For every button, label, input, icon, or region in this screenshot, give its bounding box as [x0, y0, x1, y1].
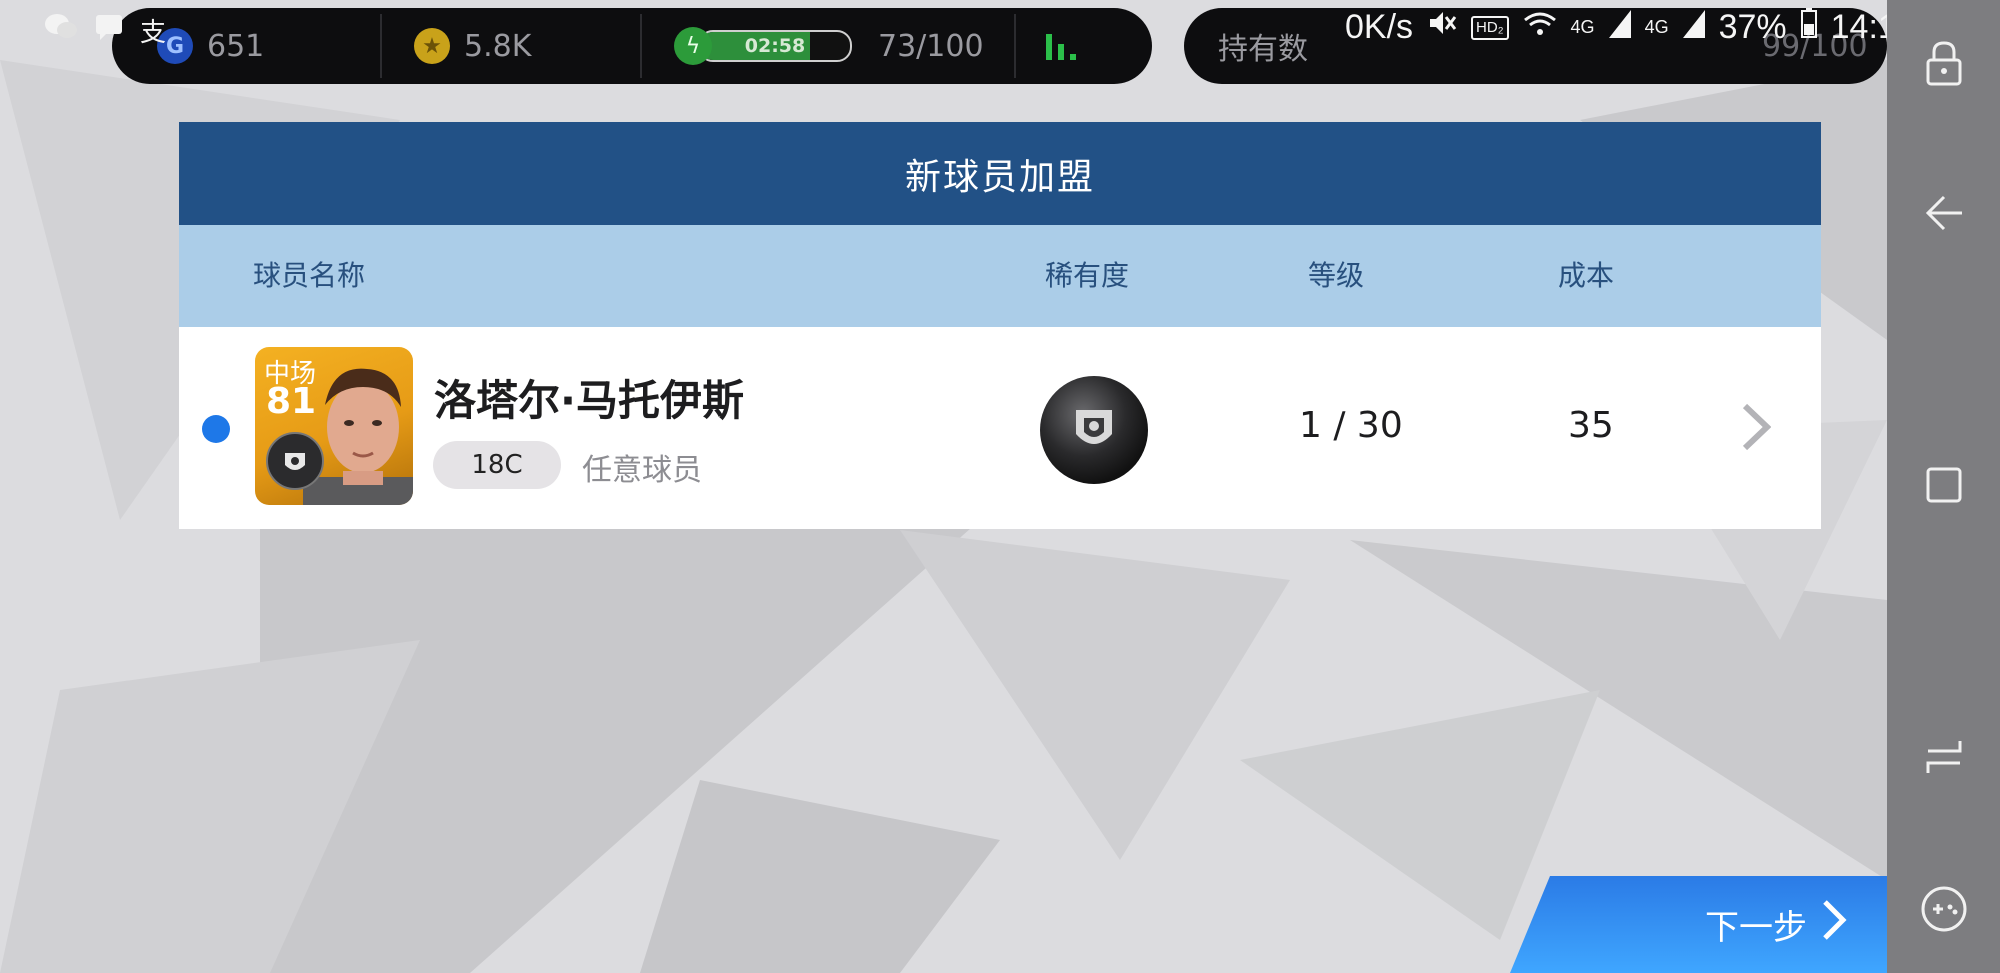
- player-level: 1 / 30: [1299, 405, 1403, 446]
- navigation-rail: [1887, 0, 2000, 973]
- chevron-right-icon[interactable]: [1741, 402, 1771, 452]
- divider: [380, 14, 382, 78]
- player-rating: 81: [266, 381, 317, 422]
- next-step-label: 下一步: [1705, 908, 1807, 948]
- chevron-right-icon: [1821, 899, 1847, 950]
- switch-icon[interactable]: [1887, 712, 2000, 802]
- notification-icons: 支: [44, 12, 166, 49]
- gold-value: 5.8K: [464, 28, 532, 64]
- panel-title: 新球员加盟: [179, 122, 1821, 225]
- divider: [640, 14, 642, 78]
- column-cost: 成本: [1558, 259, 1615, 292]
- rarity-black-ball-icon: [1040, 376, 1148, 484]
- system-status: 0K/s HD₂ 4G 4G 37% 14:16: [1345, 8, 1916, 47]
- gp-counter[interactable]: G 651: [157, 8, 264, 84]
- mute-icon: [1427, 8, 1457, 47]
- player-name: 洛塔尔·马托伊斯: [434, 376, 744, 425]
- stamina-count: 73/100: [878, 28, 984, 64]
- stamina-meter[interactable]: ϟ 02:58: [674, 8, 852, 84]
- player-cost: 35: [1568, 405, 1614, 446]
- player-subtitle: 任意球员: [582, 453, 702, 488]
- lightning-icon: ϟ: [674, 27, 712, 65]
- alipay-icon: 支: [140, 18, 167, 48]
- message-icon: [94, 12, 124, 49]
- gp-value: 651: [207, 28, 265, 64]
- owned-label: 持有数: [1218, 32, 1308, 67]
- black-ball-icon: [266, 432, 324, 490]
- wechat-icon: [44, 12, 78, 49]
- resource-bar: G 651 ★ 5.8K ϟ 02:58 73/100: [112, 8, 1152, 84]
- signal-icon: [1682, 8, 1705, 47]
- battery-icon: [1800, 8, 1817, 47]
- network-speed: 0K/s: [1345, 8, 1414, 46]
- next-step-button[interactable]: 下一步: [1510, 876, 1887, 973]
- stamina-bar: 02:58: [698, 30, 852, 62]
- signal-icon: [1608, 8, 1631, 47]
- player-card[interactable]: 中场 81: [255, 347, 413, 505]
- star-coin-icon: ★: [414, 28, 450, 64]
- column-level: 等级: [1308, 259, 1365, 292]
- hd-voice-icon: HD₂: [1471, 15, 1509, 40]
- wifi-icon: [1523, 8, 1557, 47]
- stamina-timer: 02:58: [744, 35, 806, 57]
- gold-counter[interactable]: ★ 5.8K: [414, 8, 531, 84]
- column-rarity: 稀有度: [1045, 259, 1130, 292]
- new-player-panel: 新球员加盟 球员名称 稀有度 等级 成本 中场 81 洛塔尔·马托伊斯 18C …: [179, 122, 1821, 529]
- stats-icon[interactable]: [1044, 8, 1080, 84]
- recent-apps-icon[interactable]: [1887, 440, 2000, 530]
- lock-icon[interactable]: [1887, 18, 2000, 108]
- selection-dot: [202, 415, 230, 443]
- player-tag: 18C: [433, 441, 561, 489]
- player-row[interactable]: 中场 81 洛塔尔·马托伊斯 18C 任意球员 1 / 30 35: [179, 327, 1821, 529]
- battery-percent: 37%: [1718, 8, 1787, 46]
- signal-4g-label: 4G: [1570, 17, 1595, 37]
- divider: [1014, 14, 1016, 78]
- signal-4g-label: 4G: [1644, 17, 1669, 37]
- gamepad-icon[interactable]: [1887, 864, 2000, 954]
- column-player-name: 球员名称: [253, 259, 366, 292]
- column-header-row: 球员名称 稀有度 等级 成本: [179, 225, 1821, 327]
- back-icon[interactable]: [1887, 168, 2000, 258]
